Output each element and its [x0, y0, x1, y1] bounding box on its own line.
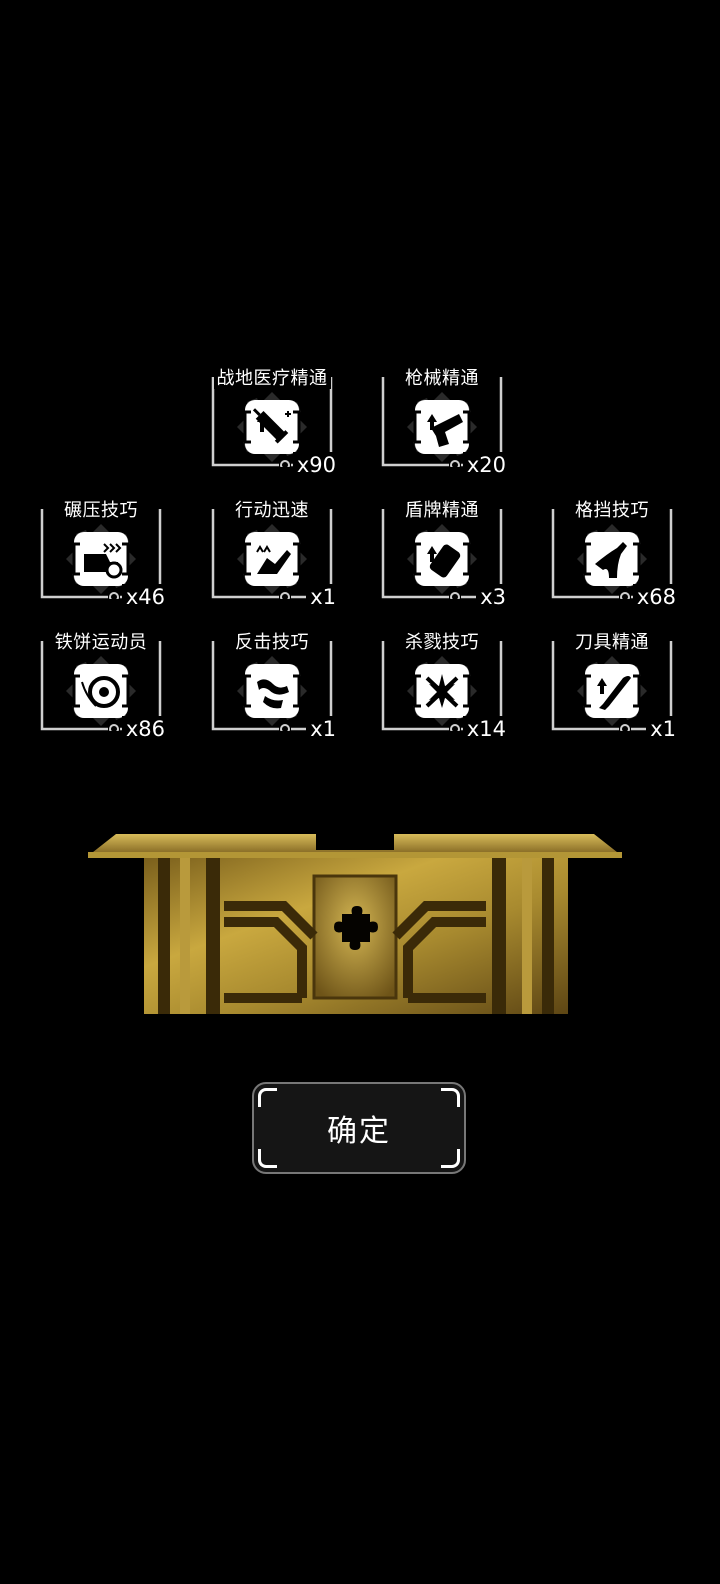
- reward-count: x14: [462, 716, 506, 742]
- reward-label: 战地医疗精通: [208, 368, 336, 390]
- confirm-button-label: 确定: [327, 1114, 391, 1149]
- reward-label: 杀戮技巧: [378, 632, 506, 654]
- confirm-button[interactable]: 确定: [252, 1082, 466, 1174]
- reward-quick-move[interactable]: 行动迅速 x1: [208, 500, 336, 610]
- reward-firearm-mastery[interactable]: 枪械精通 x20: [378, 368, 506, 478]
- reward-blade-mastery[interactable]: 刀具精通 x1: [548, 632, 676, 742]
- reward-label: 铁饼运动员: [37, 632, 165, 654]
- quick-move-icon: [237, 524, 307, 594]
- reward-count: x1: [646, 716, 676, 742]
- reward-count: x46: [121, 584, 165, 610]
- reward-field-medic[interactable]: 战地医疗精通 x90: [208, 368, 336, 478]
- reward-label: 碾压技巧: [37, 500, 165, 522]
- reward-label: 盾牌精通: [378, 500, 506, 522]
- reward-block-skill[interactable]: 格挡技巧 x68: [548, 500, 676, 610]
- reward-label: 刀具精通: [548, 632, 676, 654]
- reward-label: 反击技巧: [208, 632, 336, 654]
- reward-count: x20: [462, 452, 506, 478]
- reward-count: x86: [121, 716, 165, 742]
- reward-crush-skill[interactable]: 碾压技巧 x46: [37, 500, 165, 610]
- reward-count: x1: [306, 716, 336, 742]
- reward-label: 行动迅速: [208, 500, 336, 522]
- reward-label: 格挡技巧: [548, 500, 676, 522]
- reward-count: x90: [292, 452, 336, 478]
- blade-upgrade-icon: [577, 656, 647, 726]
- counter-attack-icon: [237, 656, 307, 726]
- reward-shield-mastery[interactable]: 盾牌精通 x3: [378, 500, 506, 610]
- gold-chest: [88, 834, 622, 1014]
- reward-discus-athlete[interactable]: 铁饼运动员 x86: [37, 632, 165, 742]
- reward-count: x3: [476, 584, 506, 610]
- reward-count: x68: [632, 584, 676, 610]
- reward-count: x1: [306, 584, 336, 610]
- reward-slaughter-skill[interactable]: 杀戮技巧 x14: [378, 632, 506, 742]
- reward-label: 枪械精通: [378, 368, 506, 390]
- reward-counter-skill[interactable]: 反击技巧 x1: [208, 632, 336, 742]
- shield-upgrade-icon: [407, 524, 477, 594]
